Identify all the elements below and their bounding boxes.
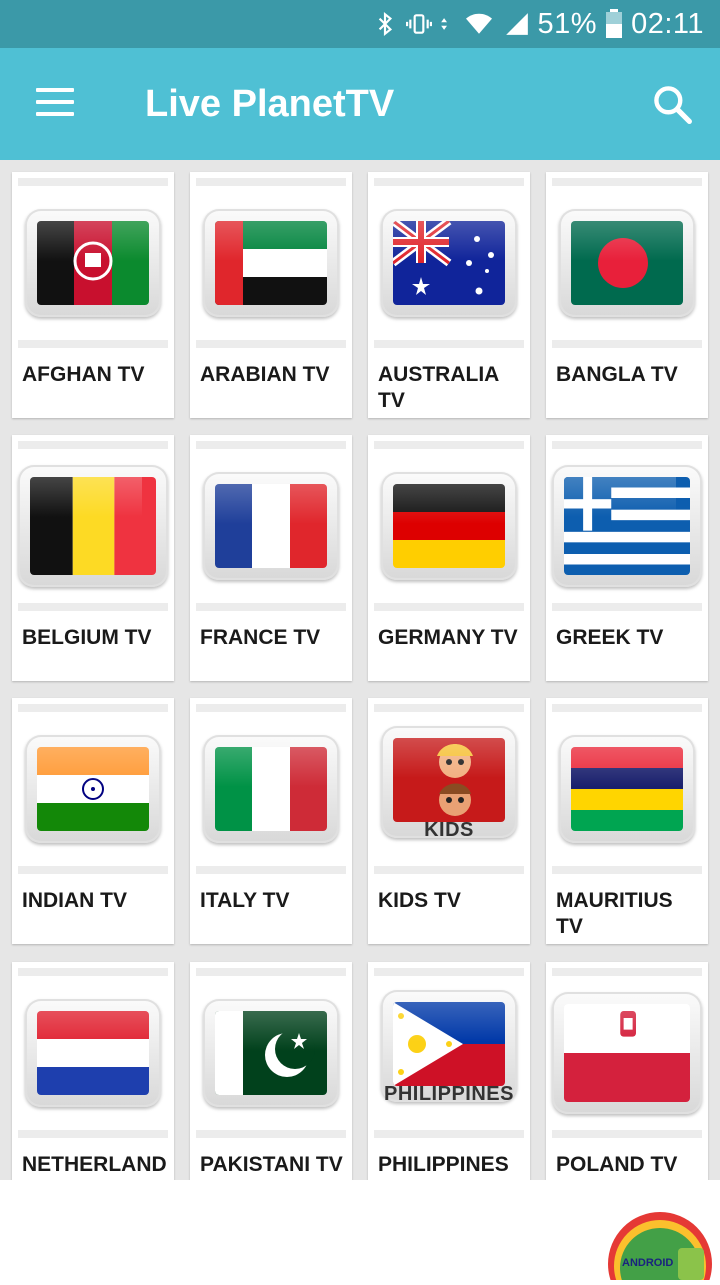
channel-card-mauritius[interactable]: MAURITIUS TV xyxy=(546,698,708,944)
channel-card-germany[interactable]: GERMANY TV xyxy=(368,435,530,681)
kids-image xyxy=(393,738,505,822)
channel-card-poland[interactable]: POLAND TV xyxy=(546,962,708,1180)
philippines-caption: PHILIPPINES xyxy=(384,1083,514,1105)
india-flag xyxy=(37,747,149,831)
channel-card-belgium[interactable]: BELGIUM TV xyxy=(12,435,174,681)
channel-card-arabian[interactable]: ARABIAN TV xyxy=(190,172,352,418)
france-flag xyxy=(215,484,327,568)
search-button[interactable] xyxy=(640,78,704,130)
channel-card-pakistani[interactable]: PAKISTANI TV xyxy=(190,962,352,1180)
channel-label: POLAND TV xyxy=(556,1153,678,1176)
clock: 02:11 xyxy=(631,7,704,40)
signal-icon xyxy=(505,13,528,35)
channel-card-afghan[interactable]: AFGHAN TV xyxy=(12,172,174,418)
channel-label: PHILIPPINES xyxy=(378,1153,509,1176)
greece-flag xyxy=(564,477,690,575)
wifi-icon xyxy=(465,13,492,34)
search-icon xyxy=(654,86,692,124)
channel-label: AUSTRALIA TV xyxy=(378,363,499,412)
channel-label: NETHERLAND xyxy=(22,1153,167,1176)
channel-card-indian[interactable]: INDIAN TV xyxy=(12,698,174,944)
channel-label: INDIAN TV xyxy=(22,889,127,912)
afghanistan-flag xyxy=(37,221,149,305)
australia-flag xyxy=(393,221,505,305)
italy-flag xyxy=(215,747,327,831)
channel-label: FRANCE TV xyxy=(200,626,321,649)
channel-card-australia[interactable]: AUSTRALIA TV xyxy=(368,172,530,418)
channel-label: ARABIAN TV xyxy=(200,363,330,386)
channel-card-greek[interactable]: GREEK TV xyxy=(546,435,708,681)
channel-label: BELGIUM TV xyxy=(22,626,152,649)
svg-text:ANDROID: ANDROID xyxy=(622,1257,673,1269)
mauritius-flag xyxy=(571,747,683,831)
bangladesh-flag xyxy=(571,221,683,305)
poland-flag xyxy=(564,1004,690,1102)
battery-percent: 51% xyxy=(537,7,598,40)
philippines-flag xyxy=(393,1002,505,1086)
belgium-flag xyxy=(30,477,156,575)
channel-label: BANGLA TV xyxy=(556,363,678,386)
channel-label: ITALY TV xyxy=(200,889,290,912)
channel-label: GREEK TV xyxy=(556,626,664,649)
pakistan-flag xyxy=(215,1011,327,1095)
menu-button[interactable] xyxy=(20,78,92,130)
channel-card-kids[interactable]: KIDS KIDS TV xyxy=(368,698,530,944)
app-title: Live PlanetTV xyxy=(145,83,395,125)
app-bar: Live PlanetTV xyxy=(0,48,720,160)
battery-icon xyxy=(606,9,623,38)
bluetooth-icon xyxy=(378,11,392,37)
data-arrows-icon xyxy=(440,18,447,30)
status-bar: 51% 02:11 xyxy=(0,0,720,48)
germany-flag xyxy=(393,484,505,568)
channel-label: AFGHAN TV xyxy=(22,363,145,386)
channel-grid: AFGHAN TV ARABIAN TV AUSTRALIA TV BANGLA… xyxy=(0,160,720,1180)
channel-label: GERMANY TV xyxy=(378,626,518,649)
android-logo-watermark: ANDROID xyxy=(598,1208,720,1285)
kids-caption: KIDS xyxy=(424,819,474,841)
channel-card-netherland[interactable]: NETHERLAND xyxy=(12,962,174,1180)
netherlands-flag xyxy=(37,1011,149,1095)
channel-card-italy[interactable]: ITALY TV xyxy=(190,698,352,944)
uae-flag xyxy=(215,221,327,305)
channel-card-bangla[interactable]: BANGLA TV xyxy=(546,172,708,418)
channel-label: PAKISTANI TV xyxy=(200,1153,343,1176)
vibrate-icon xyxy=(405,14,432,34)
channel-label: MAURITIUS TV xyxy=(556,889,673,938)
channel-card-philippines[interactable]: PHILIPPINES PHILIPPINES xyxy=(368,962,530,1180)
channel-label: KIDS TV xyxy=(378,889,461,912)
status-icons: 51% 02:11 xyxy=(372,0,704,48)
channel-card-france[interactable]: FRANCE TV xyxy=(190,435,352,681)
